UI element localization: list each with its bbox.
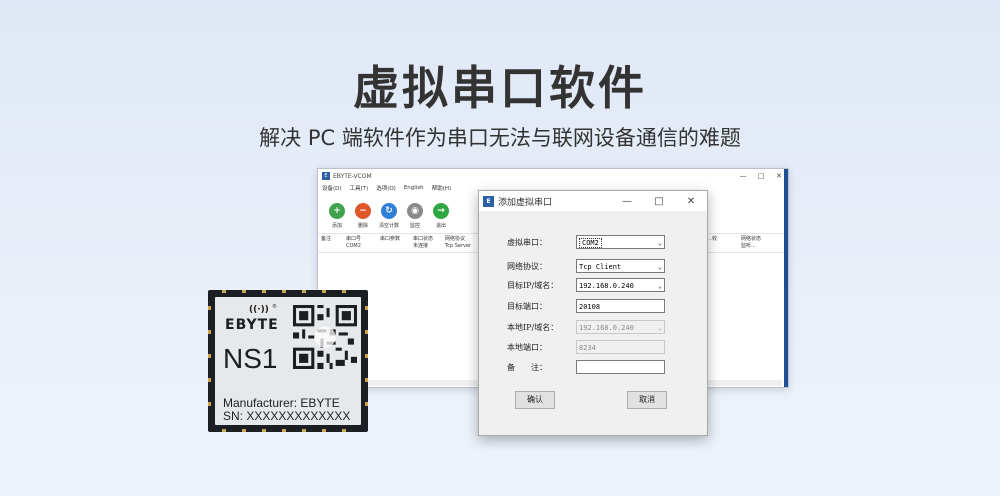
- menu-options[interactable]: 选项(O): [376, 184, 396, 192]
- add-label: 添加: [331, 223, 342, 229]
- brand-text: EBYTE: [225, 317, 279, 333]
- monitor-label: 监控: [409, 223, 420, 229]
- reset-count-label: 清空计数: [378, 223, 399, 229]
- exit-button[interactable]: → 退出: [428, 193, 454, 233]
- app-title: EBYTE-VCOM: [333, 172, 372, 180]
- col-receive[interactable]: …收: [707, 236, 717, 242]
- col-port-state[interactable]: 串口状态: [413, 236, 433, 242]
- virtual-port-value: COM2: [579, 238, 602, 248]
- menu-help[interactable]: 帮助(H): [432, 184, 451, 192]
- delete-button[interactable]: − 删除: [350, 193, 376, 233]
- minimize-icon[interactable]: —: [734, 172, 752, 180]
- dialog-minimize-icon[interactable]: —: [611, 196, 643, 207]
- dialog-title: 添加虚拟串口: [498, 197, 553, 208]
- col-remark[interactable]: 备注: [321, 236, 331, 242]
- field-row-local-port: 本地端口： 8234: [479, 340, 707, 356]
- protocol-label: 网络协议：: [507, 262, 547, 271]
- reset-count-button[interactable]: ↻ 清空计数: [376, 193, 402, 233]
- exit-icon: →: [433, 203, 449, 219]
- module-label: ((·)) ® EBYTE NS1 Manufacturer: EBYTE SN…: [215, 297, 361, 425]
- local-port-input: 8234: [576, 340, 665, 354]
- field-row-target-port: 目标端口： 20108: [479, 299, 707, 315]
- monitor-icon: ◉: [407, 203, 423, 219]
- chevron-down-icon: ⌄: [657, 282, 662, 290]
- protocol-value: Tcp Client: [579, 263, 622, 271]
- cancel-button[interactable]: 取消: [627, 391, 667, 409]
- remark-label: 备 注：: [507, 363, 547, 372]
- dialog-close-icon[interactable]: ✕: [675, 196, 707, 207]
- row-net-state-value: 监听...: [741, 243, 756, 249]
- local-ip-value: 192.168.0.240: [579, 324, 634, 332]
- local-port-label: 本地端口：: [507, 343, 547, 352]
- add-icon: +: [329, 203, 345, 219]
- virtual-port-label: 虚拟串口：: [507, 238, 547, 247]
- target-port-input[interactable]: 20108: [576, 299, 665, 313]
- field-row-local-ip: 本地IP/域名： 192.168.0.240 ⌄: [479, 320, 707, 336]
- app-logo-icon: E: [322, 172, 330, 180]
- model-text: NS1: [223, 343, 278, 374]
- field-row-remark: 备 注：: [479, 360, 707, 376]
- window-edge: [784, 169, 788, 387]
- target-port-label: 目标端口：: [507, 302, 547, 311]
- remark-input[interactable]: [576, 360, 665, 374]
- qr-code-icon: [293, 305, 357, 369]
- row-protocol-value: Tcp Server: [445, 243, 472, 249]
- col-net-state[interactable]: 网络状态: [741, 236, 761, 242]
- wireless-icon: ((·)): [249, 305, 269, 315]
- row-port-value: COM2: [346, 243, 361, 249]
- add-virtual-port-dialog: E 添加虚拟串口 — □ ✕ 虚拟串口： COM2 ⌄ 网络协议： Tcp Cl…: [478, 190, 708, 436]
- dialog-logo-icon: E: [483, 195, 494, 207]
- col-port[interactable]: 串口号: [346, 236, 361, 242]
- add-button[interactable]: + 添加: [324, 193, 350, 233]
- chevron-down-icon: ⌄: [657, 239, 662, 247]
- chevron-down-icon: ⌄: [657, 324, 662, 332]
- field-row-virtual-port: 虚拟串口： COM2 ⌄: [479, 235, 707, 251]
- delete-icon: −: [355, 203, 371, 219]
- target-ip-label: 目标IP/域名：: [507, 281, 559, 290]
- local-ip-label: 本地IP/域名：: [507, 323, 559, 332]
- dialog-maximize-icon[interactable]: □: [643, 196, 675, 207]
- virtual-port-select[interactable]: COM2 ⌄: [576, 235, 665, 249]
- col-port-params[interactable]: 串口参数: [380, 236, 400, 242]
- menu-english[interactable]: English: [404, 185, 424, 191]
- serial-number-text: SN: XXXXXXXXXXXXX: [223, 409, 351, 423]
- registered-icon: ®: [272, 304, 277, 310]
- confirm-button[interactable]: 确认: [515, 391, 555, 409]
- manufacturer-text: Manufacturer: EBYTE: [223, 396, 340, 410]
- exit-label: 退出: [435, 223, 446, 229]
- field-row-target-ip: 目标IP/域名： 192.168.0.240 ⌄: [479, 278, 707, 294]
- menu-tools[interactable]: 工具(T): [350, 184, 369, 192]
- monitor-button[interactable]: ◉ 监控: [402, 193, 428, 233]
- col-protocol[interactable]: 网络协议: [445, 236, 465, 242]
- protocol-select[interactable]: Tcp Client ⌄: [576, 259, 665, 273]
- ns1-module: ((·)) ® EBYTE NS1 Manufacturer: EBYTE SN…: [208, 290, 368, 432]
- menu-device[interactable]: 设备(D): [322, 184, 342, 192]
- banner-title: 虚拟串口软件: [353, 61, 647, 115]
- target-ip-select[interactable]: 192.168.0.240 ⌄: [576, 278, 665, 292]
- chevron-down-icon: ⌄: [657, 263, 662, 271]
- field-row-protocol: 网络协议： Tcp Client ⌄: [479, 259, 707, 275]
- target-ip-value: 192.168.0.240: [579, 282, 634, 290]
- banner-subtitle: 解决 PC 端软件作为串口无法与联网设备通信的难题: [259, 126, 741, 150]
- local-ip-select: 192.168.0.240 ⌄: [576, 320, 665, 334]
- row-state-value: 未连接: [413, 243, 429, 249]
- dialog-titlebar: E 添加虚拟串口 — □ ✕: [479, 191, 707, 211]
- maximize-icon[interactable]: □: [752, 172, 770, 180]
- app-titlebar: E EBYTE-VCOM — □ ✕: [318, 169, 788, 183]
- delete-label: 删除: [357, 223, 368, 229]
- reset-icon: ↻: [381, 203, 397, 219]
